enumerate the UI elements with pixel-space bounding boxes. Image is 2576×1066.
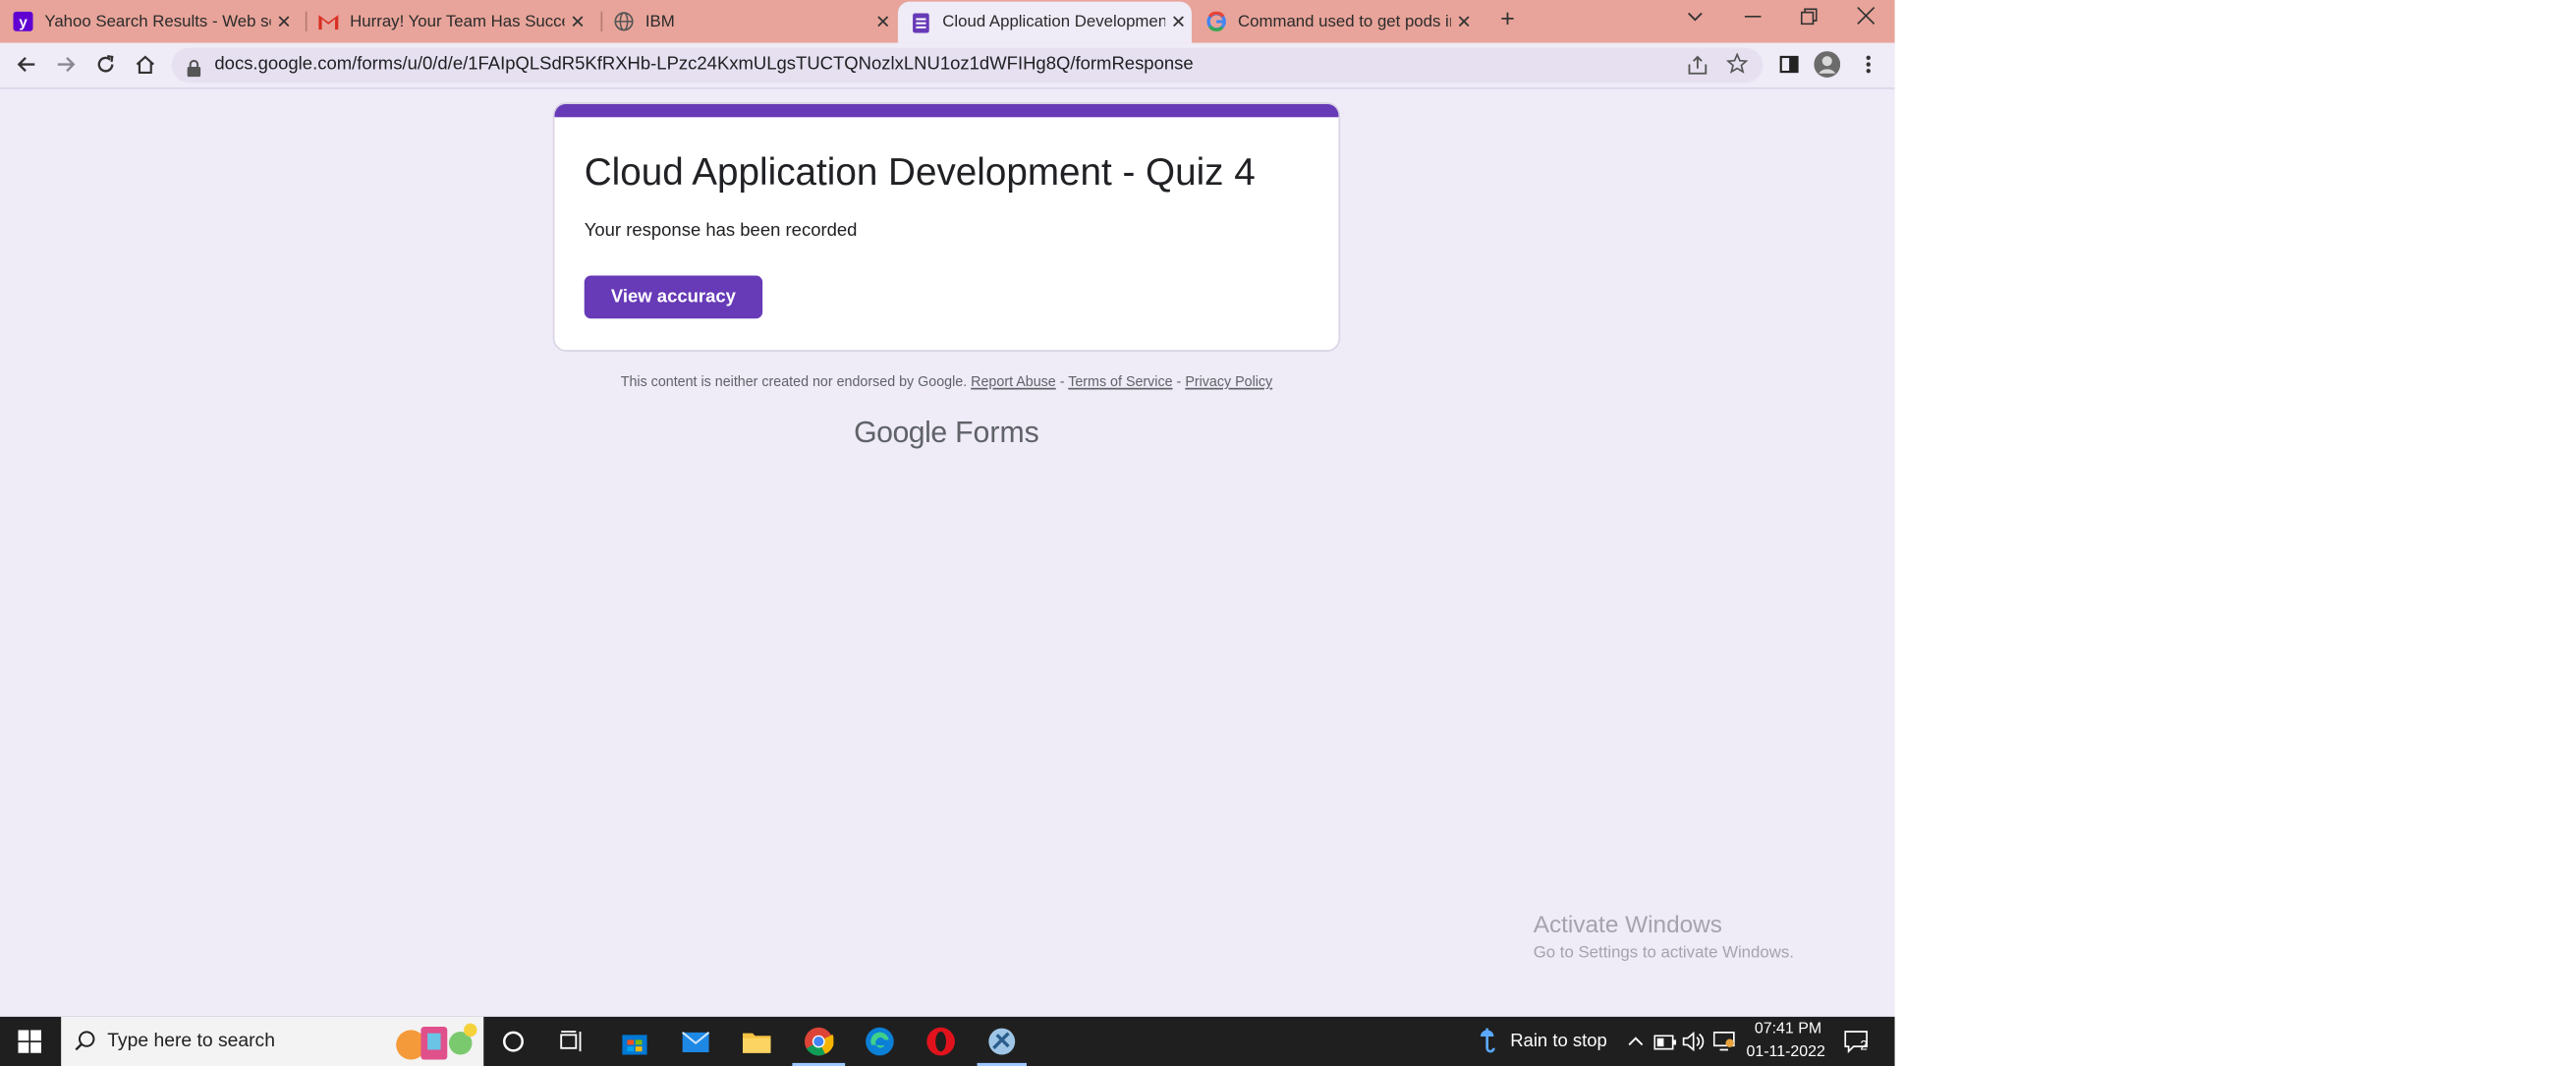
tab-close-icon[interactable]: ✕ xyxy=(271,11,298,32)
bookmark-star-icon[interactable] xyxy=(1725,52,1749,83)
tab-yahoo[interactable]: y Yahoo Search Results - Web search ✕ xyxy=(13,3,297,39)
kebab-menu-icon[interactable] xyxy=(1855,51,1881,78)
form-title: Cloud Application Development - Quiz 4 xyxy=(584,149,1256,194)
volume-icon[interactable] xyxy=(1677,1025,1710,1058)
disclaimer-text: This content is neither created nor endo… xyxy=(620,372,968,390)
google-forms-logo[interactable]: Google Forms xyxy=(553,416,1340,450)
weather-rain-icon[interactable] xyxy=(1471,1025,1504,1058)
tab-google-search[interactable]: Command used to get pods in Kubernetes ✕ xyxy=(1206,3,1478,39)
search-placeholder[interactable]: Type here to search xyxy=(107,1032,275,1051)
watermark-subtitle: Go to Settings to activate Windows. xyxy=(1533,943,1794,963)
vs-code-like-app-icon[interactable] xyxy=(985,1025,1019,1058)
cortana-icon[interactable] xyxy=(497,1025,531,1058)
forms-wordmark: Forms xyxy=(955,416,1039,449)
windows-taskbar: Type here to search Rain to stop 07:41 P… xyxy=(0,1016,1895,1066)
share-icon[interactable] xyxy=(1687,54,1708,84)
report-abuse-link[interactable]: Report Abuse xyxy=(971,373,1056,390)
tab-title: IBM xyxy=(644,12,675,31)
footer-separator: - xyxy=(1059,372,1065,390)
view-accuracy-button[interactable]: View accuracy xyxy=(584,275,763,319)
reload-icon[interactable] xyxy=(92,51,119,78)
desktop-screen: y Yahoo Search Results - Web search ✕ Hu… xyxy=(0,0,1895,1066)
taskbar-search-box[interactable]: Type here to search xyxy=(61,1016,484,1066)
side-panel-icon[interactable] xyxy=(1776,51,1803,78)
tab-close-icon[interactable]: ✕ xyxy=(565,11,591,32)
windows-start-icon[interactable] xyxy=(13,1025,46,1058)
tab-close-icon[interactable]: ✕ xyxy=(1165,12,1192,32)
tab-separator xyxy=(305,11,308,31)
network-icon[interactable] xyxy=(1708,1025,1742,1058)
tab-title: Yahoo Search Results - Web search xyxy=(44,12,270,31)
tab-separator xyxy=(600,11,603,31)
clock-date[interactable]: 01-11-2022 xyxy=(1746,1043,1824,1061)
tab-google-forms-active[interactable]: Cloud Application Development ✕ xyxy=(897,1,1192,43)
chrome-icon[interactable] xyxy=(802,1025,835,1058)
file-explorer-icon[interactable] xyxy=(740,1025,773,1058)
lock-icon[interactable] xyxy=(187,56,201,85)
edge-icon[interactable] xyxy=(864,1025,897,1058)
footer-disclaimer: This content is neither created nor endo… xyxy=(553,373,1340,390)
url-text[interactable]: docs.google.com/forms/u/0/d/e/1FAIpQLSdR… xyxy=(214,54,1193,74)
form-response-card: Cloud Application Development - Quiz 4 Y… xyxy=(552,102,1341,352)
search-highlight-illustration-icon xyxy=(388,1020,480,1066)
tab-gmail[interactable]: Hurray! Your Team Has Successfully ✕ xyxy=(318,3,590,39)
yahoo-icon: y xyxy=(13,11,33,31)
globe-icon xyxy=(614,12,634,31)
svg-text:y: y xyxy=(19,15,28,31)
activate-windows-watermark: Activate Windows Go to Settings to activ… xyxy=(1534,913,1794,962)
tab-close-icon[interactable]: ✕ xyxy=(869,11,896,32)
address-bar[interactable]: docs.google.com/forms/u/0/d/e/1FAIpQLSdR… xyxy=(171,47,1764,85)
weather-text[interactable]: Rain to stop xyxy=(1510,1032,1607,1051)
tab-title: Hurray! Your Team Has Successfully xyxy=(350,12,564,31)
home-icon[interactable] xyxy=(132,51,158,78)
google-wordmark: Google xyxy=(854,416,947,449)
google-forms-icon xyxy=(911,12,930,32)
tab-title: Cloud Application Development xyxy=(942,13,1166,31)
clock-time[interactable]: 07:41 PM xyxy=(1755,1020,1821,1038)
terms-of-service-link[interactable]: Terms of Service xyxy=(1068,373,1172,390)
search-icon xyxy=(75,1030,96,1059)
watermark-title: Activate Windows xyxy=(1533,913,1722,939)
gmail-icon xyxy=(318,12,339,31)
notification-count-badge: 2 xyxy=(1860,1038,1868,1053)
browser-tab-strip: y Yahoo Search Results - Web search ✕ Hu… xyxy=(0,0,1895,43)
google-icon xyxy=(1206,11,1226,31)
privacy-policy-link[interactable]: Privacy Policy xyxy=(1185,373,1272,390)
tab-title: Command used to get pods in Kubernetes xyxy=(1238,12,1451,31)
notification-center-icon[interactable] xyxy=(1840,1025,1874,1058)
profile-avatar[interactable] xyxy=(1814,51,1841,78)
opera-icon[interactable] xyxy=(924,1025,958,1058)
restore-icon[interactable] xyxy=(1800,7,1818,30)
new-tab-plus-icon[interactable]: + xyxy=(1500,5,1515,33)
footer-separator: - xyxy=(1176,372,1182,390)
back-arrow-icon[interactable] xyxy=(13,51,39,78)
browser-toolbar: docs.google.com/forms/u/0/d/e/1FAIpQLSdR… xyxy=(0,42,1895,89)
task-view-icon[interactable] xyxy=(556,1025,589,1058)
response-recorded-message: Your response has been recorded xyxy=(584,221,858,242)
tab-search-chevron-icon[interactable] xyxy=(1687,7,1704,30)
form-accent-bar xyxy=(554,103,1339,118)
tray-chevron-up-icon[interactable] xyxy=(1619,1025,1652,1058)
tab-ibm[interactable]: IBM ✕ xyxy=(614,3,896,39)
minimize-icon[interactable] xyxy=(1744,7,1762,30)
mail-icon[interactable] xyxy=(678,1025,711,1058)
forward-arrow-icon[interactable] xyxy=(53,51,80,78)
tab-close-icon[interactable]: ✕ xyxy=(1451,11,1478,32)
microsoft-store-icon[interactable] xyxy=(617,1025,650,1058)
close-window-icon[interactable] xyxy=(1857,6,1876,30)
